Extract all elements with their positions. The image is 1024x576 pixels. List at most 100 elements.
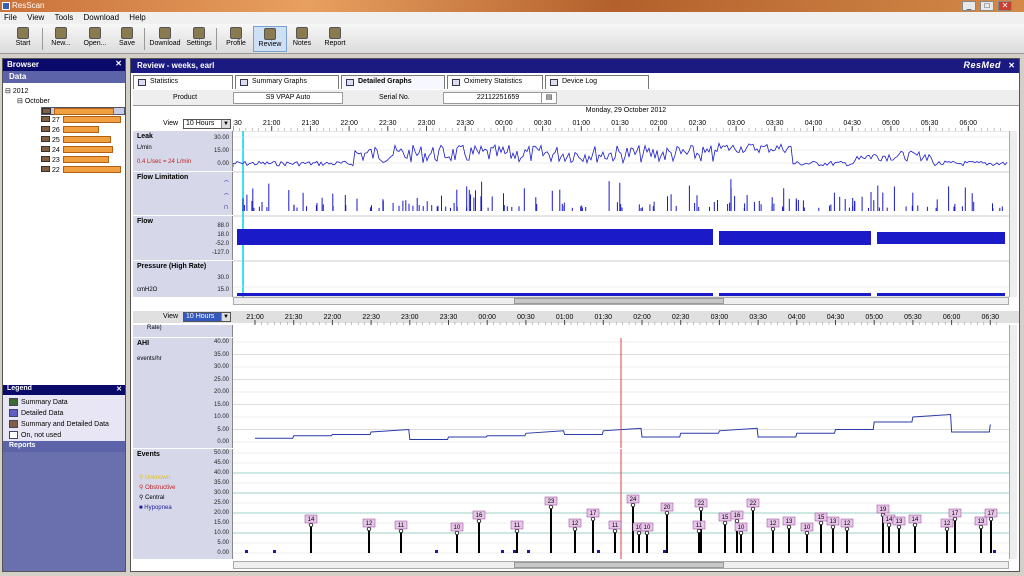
time-tick-label: 03:30 xyxy=(749,314,767,321)
leak-trace xyxy=(233,141,1008,167)
review-button[interactable]: Review xyxy=(253,26,287,52)
pin-icon: ⚲ xyxy=(139,495,144,501)
day-icon xyxy=(41,126,50,132)
tree-year[interactable]: ⊟ 2012 xyxy=(5,87,28,95)
event-label: 17 xyxy=(952,511,959,517)
tree-month[interactable]: ⊟ October xyxy=(17,97,50,105)
events-tick-label: 20.00 xyxy=(213,510,229,516)
menu-download[interactable]: Download xyxy=(79,12,123,23)
maximize-button[interactable]: □ xyxy=(980,1,994,11)
event-label: 16 xyxy=(734,513,741,519)
events-panel: Events ⚲ Unknown ⚲ Obstructive ⚲ Central… xyxy=(133,449,233,559)
event-label: 11 xyxy=(696,523,703,529)
summary-graphs-icon xyxy=(240,79,248,86)
ahi-tick-label: 15.00 xyxy=(213,401,229,408)
legend-item: Summary and Detailed Data xyxy=(9,419,119,430)
square-icon: ■ xyxy=(139,505,143,511)
scroll-thumb[interactable] xyxy=(514,298,724,304)
close-icon[interactable]: ✕ xyxy=(115,59,122,68)
time-tick-label: 00:00 xyxy=(495,120,513,127)
hypopnea-marker xyxy=(993,550,996,553)
tab-oximetry-statistics[interactable]: Oximetry Statistics xyxy=(447,75,543,89)
chevron-down-icon: ▼ xyxy=(221,120,230,128)
tab-summary-graphs[interactable]: Summary Graphs xyxy=(235,75,339,89)
scroll-thumb[interactable] xyxy=(514,562,724,568)
tree-day-selected[interactable] xyxy=(41,107,125,115)
close-icon[interactable]: ✕ xyxy=(116,385,122,393)
settings-button[interactable]: Settings xyxy=(182,26,216,52)
event-marker xyxy=(912,522,918,528)
report-button[interactable]: Report xyxy=(318,26,352,52)
event-marker xyxy=(886,522,892,528)
time-tick-label: 21:30 xyxy=(285,314,303,321)
menu-file[interactable]: File xyxy=(0,12,21,23)
event-label: 23 xyxy=(548,499,555,505)
bottom-vertical-scrollbar[interactable] xyxy=(1009,325,1017,559)
time-tick-label: 01:30 xyxy=(611,120,629,127)
bottom-graphs: View 10 Hours ▼ 21:00 21:30 22:00 22:30 23:00… xyxy=(133,311,1019,571)
top-graphs: Monday, 29 October 2012 View 10 Hours▼ 2… xyxy=(133,107,1019,307)
reports-header[interactable]: Reports xyxy=(3,441,125,452)
event-label: 19 xyxy=(880,507,887,513)
tab-device-log[interactable]: Device Log xyxy=(545,75,649,89)
summary-detailed-icon xyxy=(9,420,18,429)
tree-day[interactable]: 24 xyxy=(41,146,113,154)
event-label: 13 xyxy=(830,519,837,525)
download-button[interactable]: Download xyxy=(148,26,182,52)
top-vertical-scrollbar[interactable] xyxy=(1009,131,1017,297)
event-label: 14 xyxy=(886,517,893,523)
menu-help[interactable]: Help xyxy=(125,12,149,23)
start-button[interactable]: Start xyxy=(6,26,40,52)
minimize-button[interactable]: _ xyxy=(962,1,976,11)
tree-day[interactable]: 26 xyxy=(41,126,99,134)
legend-header: Legend ✕ xyxy=(3,385,125,395)
new-icon xyxy=(55,27,67,39)
bottom-horizontal-scrollbar[interactable] xyxy=(233,561,1009,569)
product-label: Product xyxy=(173,94,198,101)
event-marker xyxy=(830,524,836,530)
notes-button[interactable]: Notes xyxy=(285,26,319,52)
event-marker xyxy=(978,524,984,530)
time-tick-label: 03:30 xyxy=(766,120,784,127)
top-horizontal-scrollbar[interactable] xyxy=(233,297,1009,305)
review-icon xyxy=(264,28,276,40)
menu-view[interactable]: View xyxy=(23,12,48,23)
event-label: 11 xyxy=(514,523,521,529)
time-tick-label: 05:30 xyxy=(904,314,922,321)
time-tick-label: 06:00 xyxy=(943,314,961,321)
event-marker xyxy=(698,506,704,512)
tree-day[interactable]: 27 xyxy=(41,116,121,124)
hypopnea-marker xyxy=(435,550,438,553)
event-label: 14 xyxy=(912,517,919,523)
tab-detailed-graphs[interactable]: Detailed Graphs xyxy=(341,75,445,89)
tree-day[interactable]: 22 xyxy=(41,166,121,174)
bottom-time-axis: 21:00 21:30 22:00 22:30 23:00 23:30 00:00 00:30… xyxy=(246,314,999,325)
events-chart: 1412 11 101611 12171123 2410 1020221115 161022… xyxy=(233,449,1009,559)
open-button[interactable]: Open... xyxy=(78,26,112,52)
detailed-graphs-icon xyxy=(346,79,354,86)
data-tree: ⊟ 2012 ⊟ October 27 26 25 24 23 22 xyxy=(3,83,125,388)
event-label: 15 xyxy=(722,515,729,521)
tree-day[interactable]: 25 xyxy=(41,136,111,144)
new-button[interactable]: New... xyxy=(44,26,78,52)
time-tick-label: 22:00 xyxy=(324,314,342,321)
settings-icon xyxy=(193,27,205,39)
date-label: Monday, 29 October 2012 xyxy=(585,107,667,114)
tab-statistics[interactable]: Statistics xyxy=(133,75,233,89)
tree-day[interactable]: 23 xyxy=(41,156,109,164)
event-label: 17 xyxy=(590,511,597,517)
time-tick-label: 22:00 xyxy=(340,120,358,127)
export-icon[interactable]: ▤ xyxy=(541,92,557,104)
top-view-select[interactable]: 10 Hours ▼ xyxy=(183,119,231,129)
serial-label: Serial No. xyxy=(379,94,410,101)
close-button[interactable]: ✕ xyxy=(998,1,1012,11)
flow-band xyxy=(719,231,871,245)
close-icon[interactable]: ✕ xyxy=(1008,61,1015,70)
window-title: ResScan xyxy=(12,1,45,10)
event-marker xyxy=(738,530,744,536)
bottom-view-select[interactable]: 10 Hours ▼ xyxy=(183,312,231,322)
flow-shape-icon: ∩ xyxy=(223,202,229,211)
save-button[interactable]: Save xyxy=(110,26,144,52)
profile-button[interactable]: Profile xyxy=(219,26,253,52)
menu-tools[interactable]: Tools xyxy=(51,12,78,23)
